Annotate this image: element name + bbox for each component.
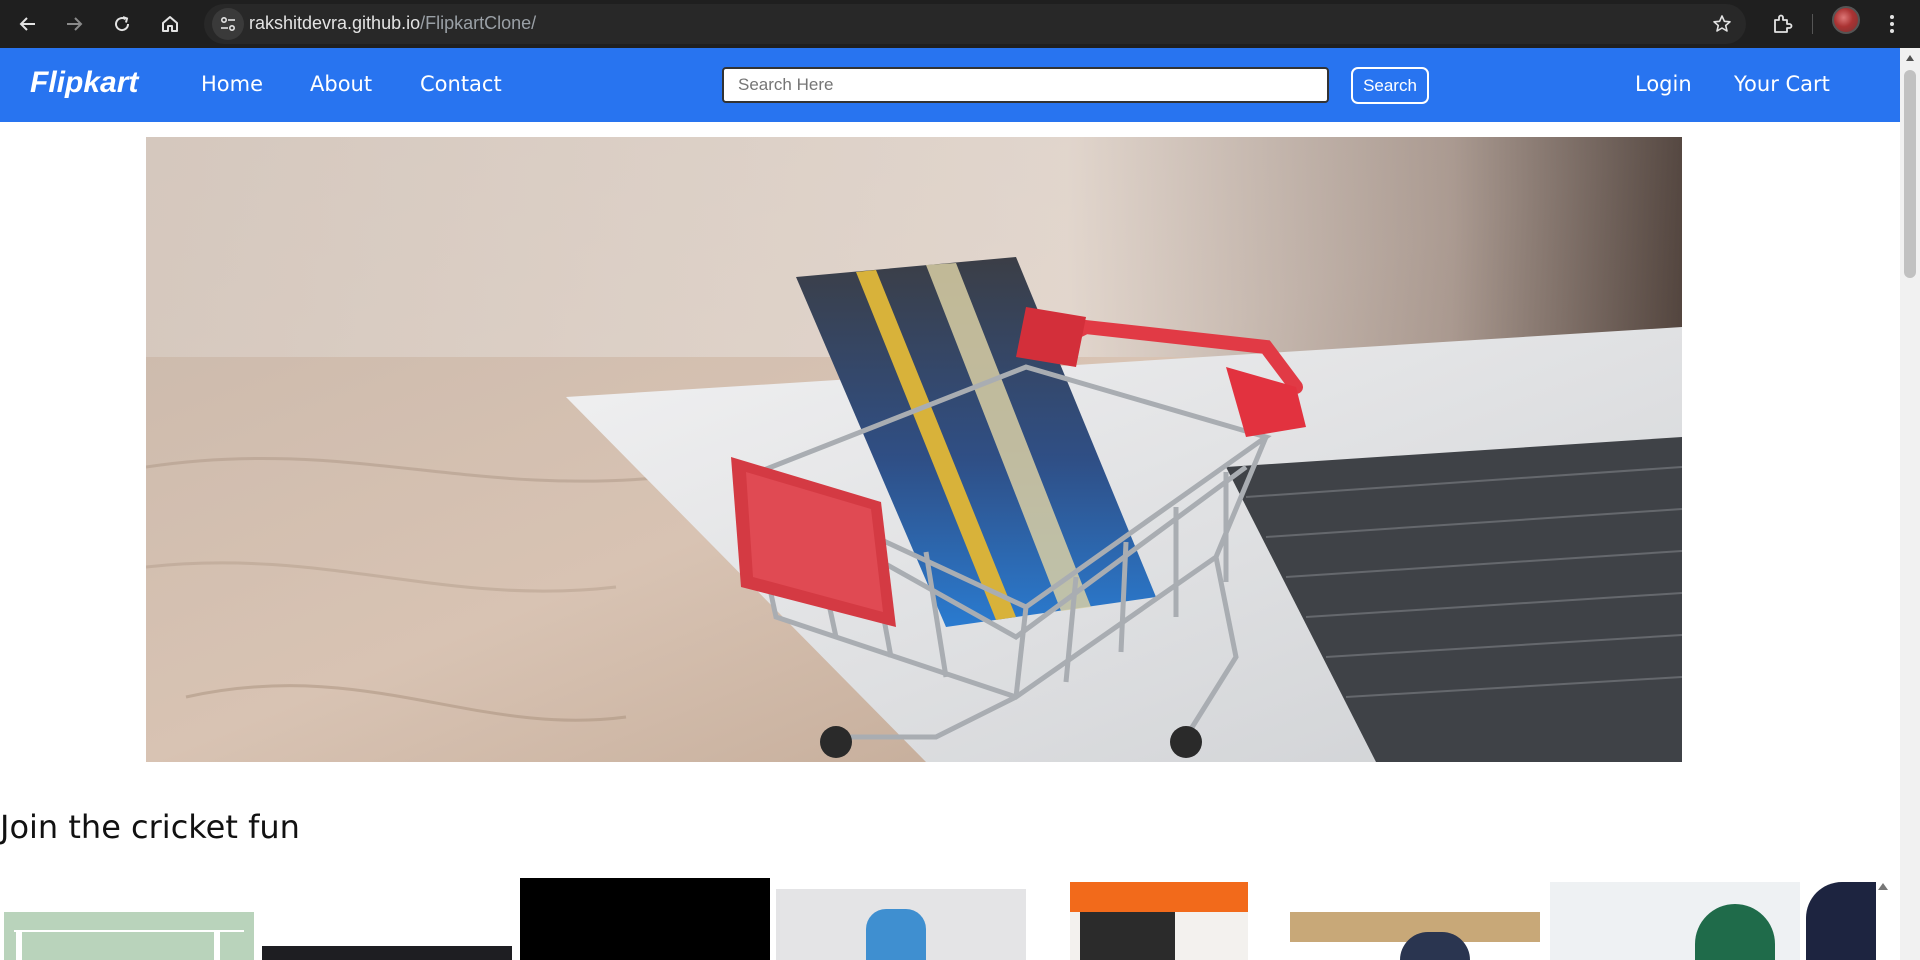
menu-kebab-icon[interactable]	[1876, 8, 1908, 40]
product-thumb-cricket-cap[interactable]	[1550, 882, 1800, 960]
scroll-thumb[interactable]	[1904, 70, 1916, 278]
profile-avatar[interactable]	[1832, 6, 1860, 34]
product-thumb-partial[interactable]	[1806, 882, 1876, 960]
url-host: rakshitdevra.github.io	[249, 13, 421, 33]
scroll-up-arrow-icon[interactable]	[1905, 54, 1915, 62]
product-thumb-cricket-dark[interactable]	[520, 878, 770, 960]
site-info-icon[interactable]	[212, 8, 244, 40]
site-navbar: Flipkart Home About Contact Search Login…	[0, 48, 1900, 122]
forward-icon[interactable]	[58, 8, 90, 40]
page-scrollbar[interactable]	[1900, 48, 1920, 960]
browser-toolbar: rakshitdevra.github.io/FlipkartClone/	[0, 0, 1920, 48]
bookmark-star-icon[interactable]	[1706, 8, 1738, 40]
url-text: rakshitdevra.github.io/FlipkartClone/	[249, 13, 536, 34]
hero-banner-image	[146, 137, 1682, 762]
nav-your-cart[interactable]: Your Cart	[1734, 72, 1830, 96]
flipkart-logo[interactable]: Flipkart	[30, 66, 138, 100]
home-icon[interactable]	[154, 8, 186, 40]
nav-about[interactable]: About	[310, 72, 372, 96]
product-thumb-cricket-bat[interactable]	[262, 946, 512, 960]
search-input[interactable]	[722, 67, 1329, 103]
toolbar-divider	[1812, 14, 1813, 34]
url-path: /FlipkartClone/	[420, 13, 537, 33]
nav-contact[interactable]: Contact	[420, 72, 502, 96]
search-button[interactable]: Search	[1351, 67, 1429, 104]
section-title: Join the cricket fun	[0, 808, 300, 846]
product-thumb-stumps-box[interactable]	[1070, 882, 1248, 960]
product-thumb-cricket-helmet[interactable]	[1290, 910, 1540, 960]
shopping-cart-credit-card-illustration	[146, 137, 1682, 762]
carousel-up-arrow-icon[interactable]	[1876, 880, 1890, 894]
nav-login[interactable]: Login	[1635, 72, 1692, 96]
address-bar[interactable]: rakshitdevra.github.io/FlipkartClone/	[204, 4, 1746, 44]
back-icon[interactable]	[12, 8, 44, 40]
nav-home[interactable]: Home	[201, 72, 263, 96]
product-thumb-cricket-stumps[interactable]	[4, 912, 254, 960]
extensions-icon[interactable]	[1766, 8, 1798, 40]
reload-icon[interactable]	[106, 8, 138, 40]
product-thumb-cricket-gloves[interactable]	[776, 889, 1026, 960]
